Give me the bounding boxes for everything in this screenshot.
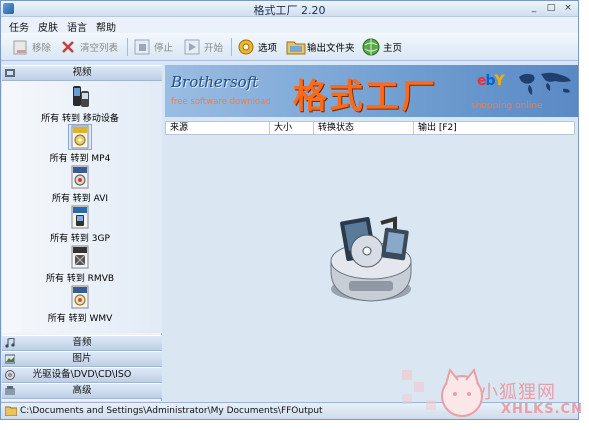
category-video-header[interactable]: 视频 — [2, 65, 162, 81]
menu-language[interactable]: 语言 — [67, 19, 87, 34]
close-button[interactable]: × — [561, 2, 575, 15]
list-item-label: 所有 转到 MP4 — [49, 154, 111, 164]
toolbar: 移除 清空列表 停止 开始 选项 输出文件夹 主页 — [1, 33, 578, 61]
window-title: 格式工厂 2.20 — [253, 4, 326, 17]
category-audio-label: 音频 — [72, 337, 92, 348]
category-picture-label: 图片 — [72, 353, 92, 364]
mp4-file-icon — [68, 124, 92, 150]
clear-list-label: 清空列表 — [80, 43, 119, 54]
minimize-button[interactable]: _ — [527, 2, 541, 15]
mobile-device-icon — [69, 85, 91, 109]
category-advanced-label: 高级 — [72, 385, 92, 396]
clear-list-icon — [59, 38, 77, 56]
folder-icon — [4, 406, 18, 417]
start-label: 开始 — [204, 43, 224, 54]
disc-category-icon — [5, 370, 15, 380]
video-format-list: 所有 转到 移动设备 所有 转到 MP4 所有 转到 AVI 所有 转到 3GP — [2, 81, 162, 333]
folder-icon — [286, 38, 306, 56]
list-item-mobile[interactable]: 所有 转到 移动设备 — [2, 85, 158, 125]
advanced-category-icon — [5, 386, 15, 396]
watermark: 小狐狸网 XHLKS.CN — [398, 340, 589, 430]
file-table-header: 来源 大小 转换状态 输出 [F2] — [165, 121, 575, 135]
list-item-mp4[interactable]: 所有 转到 MP4 — [2, 124, 158, 165]
category-video-label: 视频 — [72, 67, 92, 78]
ebay-tagline: shopping online — [471, 101, 543, 111]
title-bar: 格式工厂 2.20 _ □ × — [1, 1, 578, 17]
category-rom-header[interactable]: 光驱设备\DVD\CD\ISO — [2, 367, 162, 383]
column-source[interactable]: 来源 — [166, 122, 270, 134]
format-factory-logo — [323, 211, 419, 307]
output-path: C:\Documents and Settings\Administrator\… — [20, 406, 323, 416]
list-item-rmvb[interactable]: 所有 转到 RMVB — [2, 245, 158, 285]
list-item-label: 所有 转到 3GP — [50, 234, 110, 244]
category-picture-header[interactable]: 图片 — [2, 351, 162, 367]
category-advanced-header[interactable]: 高级 — [2, 383, 162, 399]
options-button[interactable]: 选项 — [237, 36, 277, 58]
globe-icon — [362, 38, 380, 56]
menu-task[interactable]: 任务 — [9, 19, 29, 34]
menu-bar: 任务 皮肤 语言 帮助 — [1, 17, 578, 34]
video-category-icon — [5, 68, 15, 78]
list-item-label: 所有 转到 RMVB — [45, 274, 115, 284]
remove-button[interactable]: 移除 — [11, 36, 51, 58]
banner-title: 格式工厂 — [293, 77, 437, 117]
stop-button[interactable]: 停止 — [133, 36, 173, 58]
world-map-icon — [515, 69, 575, 99]
list-item-3gp[interactable]: 所有 转到 3GP — [2, 205, 158, 245]
ebay-logo[interactable]: ebY — [477, 73, 505, 89]
output-folder-button[interactable]: 输出文件夹 — [286, 36, 355, 58]
clear-list-button[interactable]: 清空列表 — [59, 36, 118, 58]
watermark-text: 小狐狸网 — [480, 382, 556, 403]
options-label: 选项 — [258, 43, 278, 54]
list-item-label: 所有 转到 AVI — [51, 194, 109, 204]
3gp-file-icon — [69, 205, 91, 229]
menu-help[interactable]: 帮助 — [96, 19, 116, 34]
ad-banner[interactable]: Brothersoft free software download 格式工厂 … — [165, 65, 578, 117]
start-button[interactable]: 开始 — [183, 36, 223, 58]
watermark-subtext: XHLKS.CN — [501, 402, 583, 417]
remove-label: 移除 — [32, 43, 52, 54]
toolbar-separator — [231, 38, 232, 56]
start-icon — [183, 38, 201, 56]
list-item-label: 所有 转到 移动设备 — [41, 114, 119, 124]
list-item-wmv[interactable]: 所有 转到 WMV — [2, 285, 158, 325]
gear-icon — [237, 38, 255, 56]
toolbar-separator — [127, 38, 128, 56]
brothersoft-logo[interactable]: Brothersoft — [171, 73, 258, 91]
brothersoft-tagline: free software download — [171, 97, 271, 107]
stop-icon — [133, 38, 151, 56]
column-size[interactable]: 大小 — [270, 122, 314, 134]
stop-label: 停止 — [154, 43, 174, 54]
remove-icon — [11, 38, 29, 56]
wmv-file-icon — [69, 285, 91, 309]
column-status[interactable]: 转换状态 — [314, 122, 414, 134]
sidebar: 视频 所有 转到 移动设备 所有 转到 MP4 所有 转到 AVI 所有 转到 … — [2, 65, 162, 401]
list-item-label: 所有 转到 WMV — [47, 314, 113, 324]
column-output[interactable]: 输出 [F2] — [414, 122, 574, 134]
maximize-button[interactable]: □ — [544, 2, 558, 15]
homepage-label: 主页 — [383, 43, 403, 54]
picture-category-icon — [4, 354, 16, 364]
menu-skin[interactable]: 皮肤 — [38, 19, 58, 34]
category-audio-header[interactable]: 音频 — [2, 335, 162, 351]
avi-file-icon — [69, 165, 91, 189]
list-item-avi[interactable]: 所有 转到 AVI — [2, 165, 158, 205]
audio-category-icon — [5, 337, 15, 348]
category-rom-label: 光驱设备\DVD\CD\ISO — [32, 369, 132, 380]
homepage-button[interactable]: 主页 — [362, 36, 402, 58]
output-folder-label: 输出文件夹 — [307, 43, 355, 54]
rmvb-file-icon — [69, 245, 91, 269]
